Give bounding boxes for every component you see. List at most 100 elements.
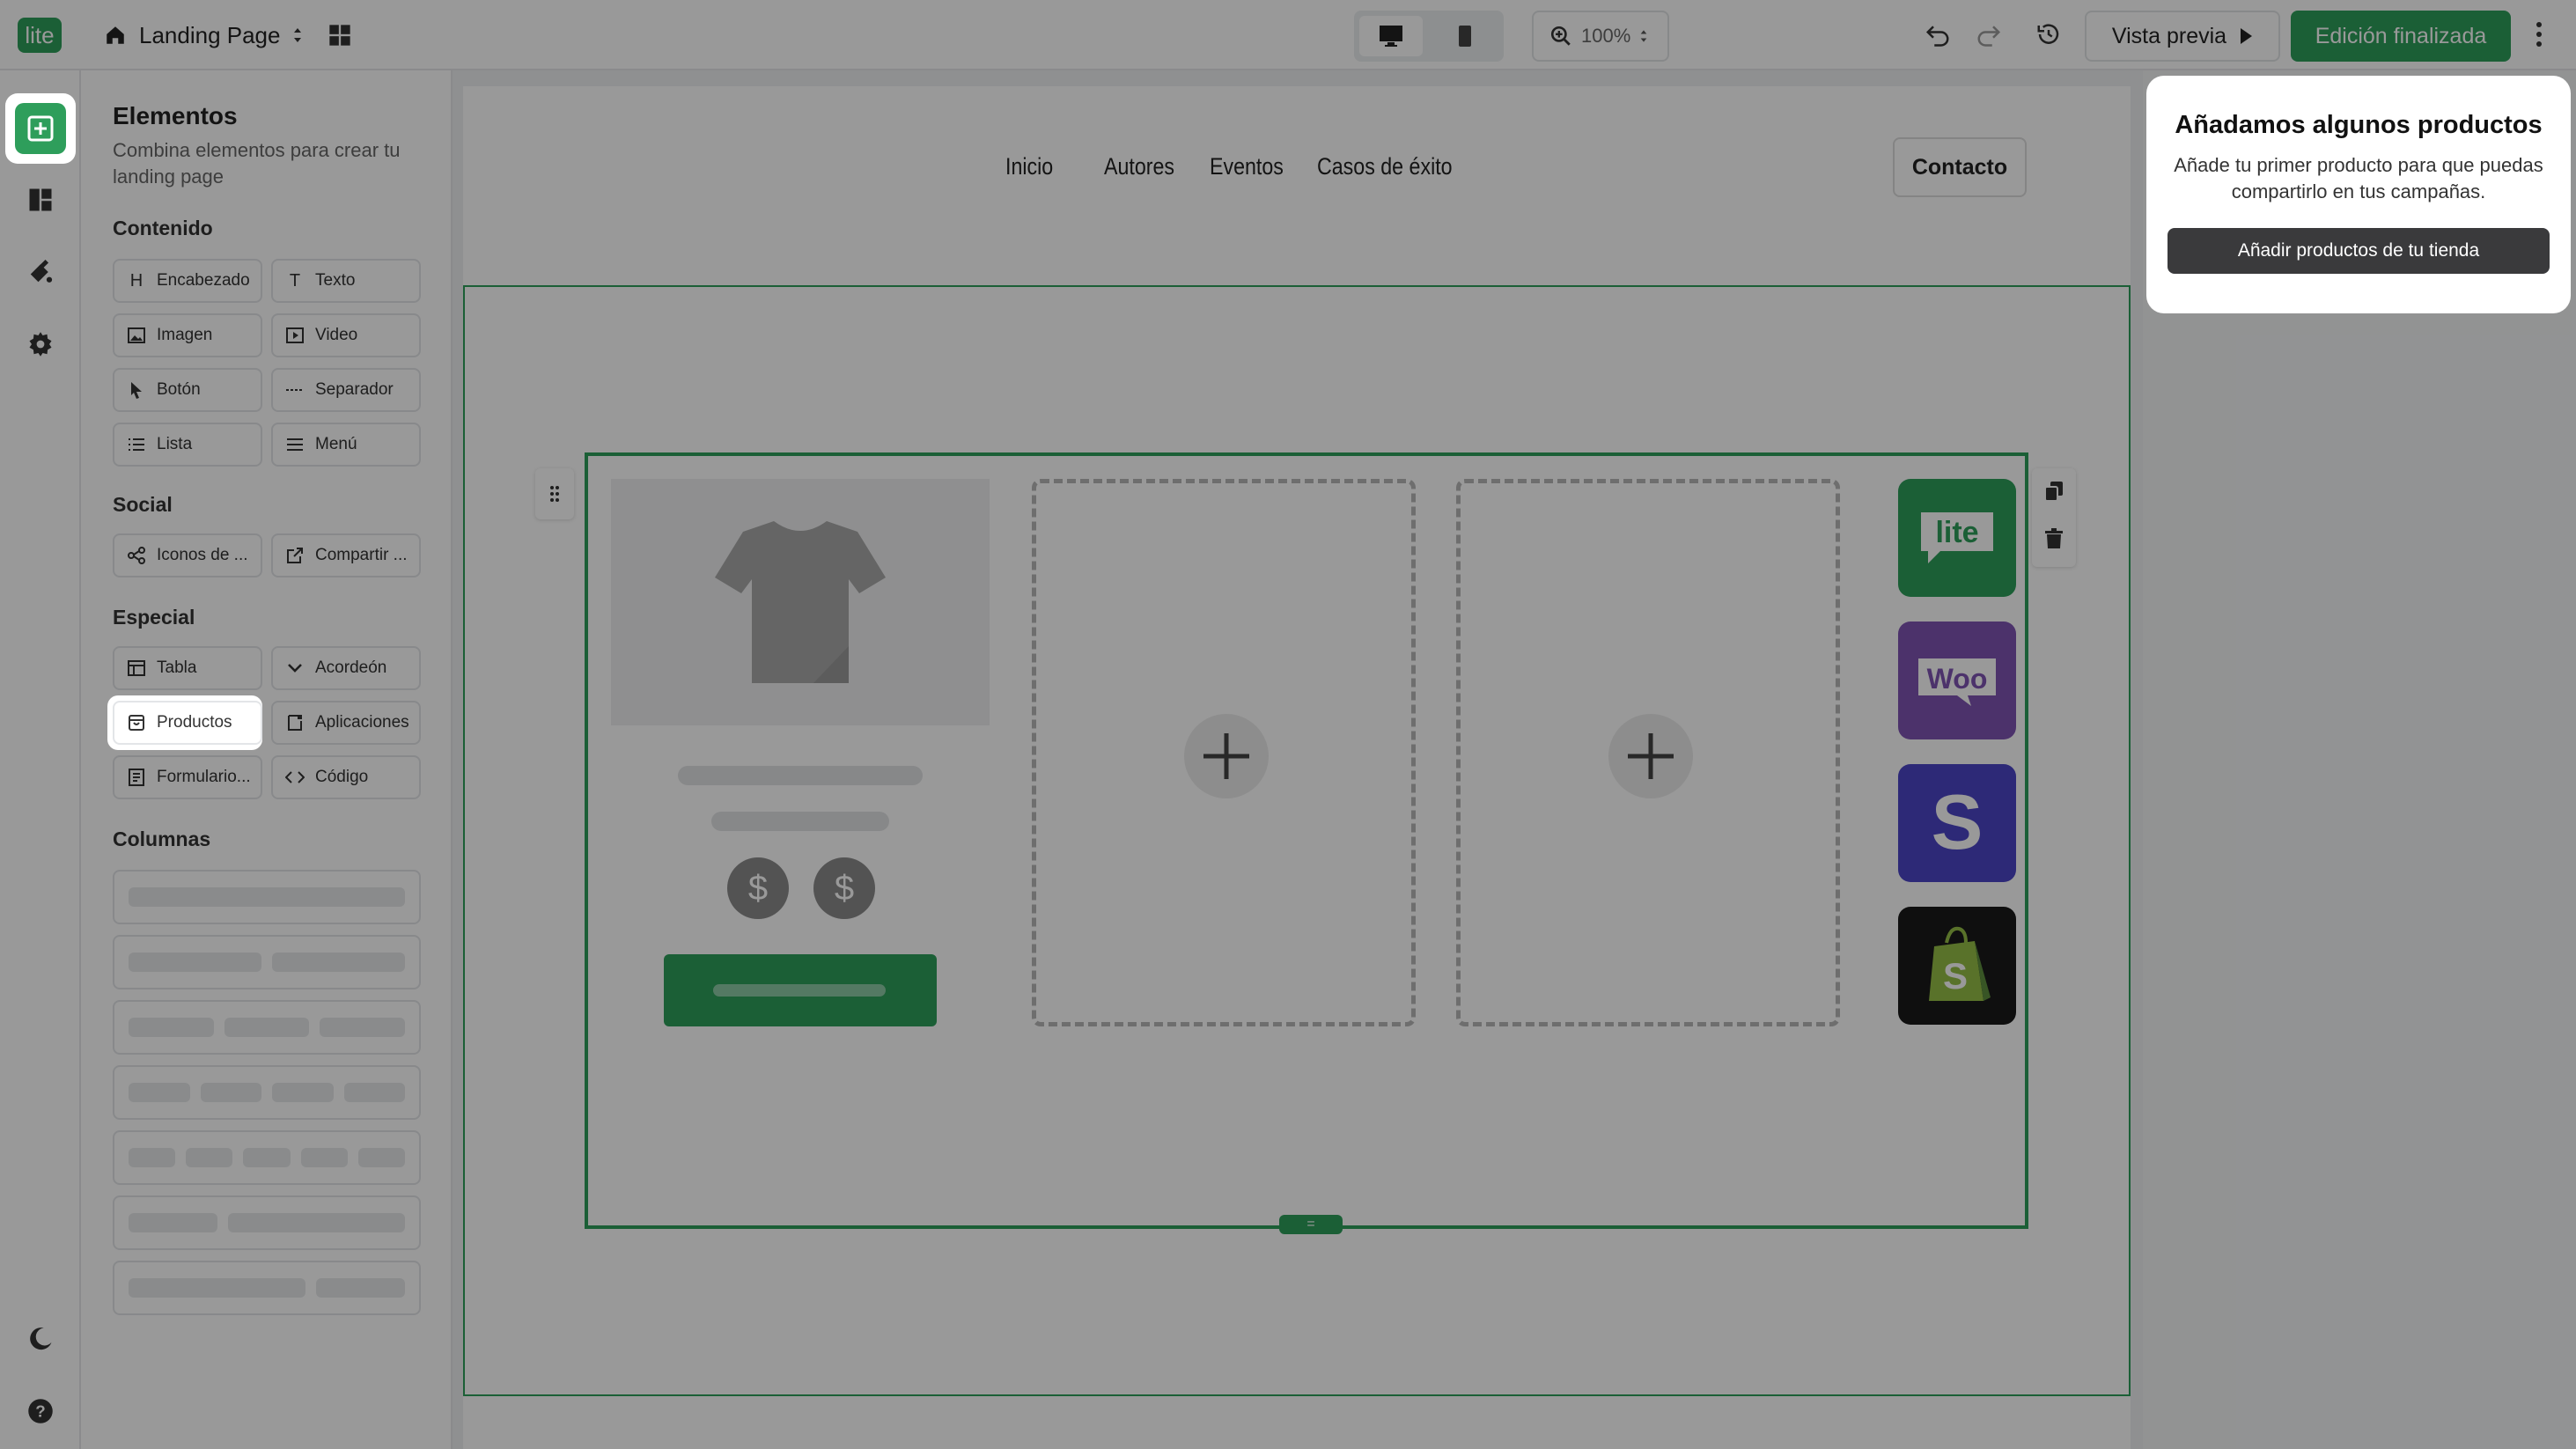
app-logo[interactable]: lite (18, 18, 62, 53)
undo-icon[interactable] (1923, 19, 1953, 49)
s-logo-icon: S (1932, 783, 1984, 863)
preview-label: Vista previa (2111, 23, 2227, 48)
element-code[interactable]: Código (271, 755, 421, 799)
sort-arrows-icon (1640, 30, 1647, 42)
pages-grid-icon[interactable] (328, 23, 352, 48)
plus-icon[interactable] (1184, 714, 1269, 798)
form-icon (127, 769, 146, 786)
column-layout-4[interactable] (113, 1065, 421, 1120)
nav-link-eventos[interactable]: Eventos (1210, 153, 1284, 180)
share-nodes-icon (127, 547, 146, 564)
element-label: Video (315, 326, 358, 344)
zoom-value: 100% (1581, 25, 1631, 47)
contact-button[interactable]: Contacto (1893, 137, 2027, 197)
nav-link-inicio[interactable]: Inicio (1005, 153, 1053, 180)
block-tools (2032, 468, 2076, 567)
column-layout-1-2[interactable] (113, 1195, 421, 1250)
top-bar: lite Landing Page 100% Vista previa Edic… (0, 0, 2576, 70)
element-label: Acordeón (315, 658, 387, 677)
product-buy-button (664, 954, 937, 1026)
add-element-icon (15, 103, 66, 154)
column-layout-1[interactable] (113, 870, 421, 924)
element-label: Texto (315, 271, 356, 290)
integration-s[interactable]: S (1898, 764, 2016, 882)
element-table[interactable]: Tabla (113, 646, 262, 690)
finish-editing-button[interactable]: Edición finalizada (2291, 11, 2511, 62)
duplicate-icon[interactable] (2044, 481, 2064, 502)
onboarding-tooltip: Añadamos algunos productos Añade tu prim… (2146, 76, 2571, 313)
element-list[interactable]: Lista (113, 423, 262, 467)
product-image-placeholder (611, 479, 990, 725)
zoom-in-icon (1550, 26, 1571, 46)
rail-settings[interactable] (15, 319, 66, 370)
lite-logo-icon: lite (1921, 512, 1993, 563)
integration-woocommerce[interactable]: Woo (1898, 622, 2016, 739)
page-selector[interactable]: Landing Page (104, 18, 303, 53)
section-social: Social (113, 493, 173, 516)
element-products[interactable]: Productos (113, 701, 262, 745)
list-icon (127, 438, 146, 452)
left-rail: ? (0, 70, 81, 1449)
rail-styles[interactable] (15, 246, 66, 298)
zoom-control[interactable]: 100% (1532, 11, 1669, 62)
nav-link-autores[interactable]: Autores (1104, 153, 1174, 180)
element-label: Tabla (157, 658, 197, 677)
element-separator[interactable]: Separador (271, 368, 421, 412)
element-apps[interactable]: Aplicaciones (271, 701, 421, 745)
column-layout-2-1[interactable] (113, 1261, 421, 1315)
element-accordion[interactable]: Acordeón (271, 646, 421, 690)
add-store-products-button[interactable]: Añadir productos de tu tienda (2168, 228, 2550, 274)
resize-handle[interactable]: = (1279, 1215, 1343, 1234)
history-icon[interactable] (2034, 19, 2064, 49)
layout-icon (29, 188, 52, 211)
element-button[interactable]: Botón (113, 368, 262, 412)
section-contenido: Contenido (113, 217, 213, 239)
rail-layouts[interactable] (15, 174, 66, 225)
help-icon[interactable]: ? (15, 1386, 66, 1437)
highlight-products: Productos (107, 695, 262, 750)
trash-icon[interactable] (2044, 528, 2064, 549)
element-menu[interactable]: Menú (271, 423, 421, 467)
elements-panel: Elementos Combina elementos para crear t… (81, 70, 453, 1449)
app-icon (285, 714, 305, 732)
desktop-view-button[interactable] (1359, 16, 1423, 56)
mobile-icon (1459, 26, 1471, 47)
element-form[interactable]: Formulario... (113, 755, 262, 799)
separator-icon (285, 388, 305, 392)
nav-link-casos[interactable]: Casos de éxito (1317, 153, 1453, 180)
integration-lite[interactable]: lite (1898, 479, 2016, 597)
element-heading[interactable]: H Encabezado (113, 259, 262, 303)
element-label: Separador (315, 380, 394, 399)
column-layout-5[interactable] (113, 1130, 421, 1185)
landing-page: Inicio Autores Eventos Casos de éxito Co… (463, 86, 2131, 1449)
svg-text:S: S (1932, 783, 1984, 863)
editor-canvas: Inicio Autores Eventos Casos de éxito Co… (453, 70, 2143, 1449)
more-options-icon[interactable] (2536, 21, 2543, 48)
column-layout-2[interactable] (113, 935, 421, 989)
integration-shopify[interactable]: S (1898, 907, 2016, 1025)
woo-logo-icon: Woo (1918, 658, 1996, 706)
element-share[interactable]: Compartir ... (271, 533, 421, 577)
plus-icon[interactable] (1608, 714, 1693, 798)
empty-product-slot[interactable] (1032, 479, 1416, 1026)
element-text[interactable]: T Texto (271, 259, 421, 303)
product-title-skeleton (678, 766, 923, 785)
highlight-add-elements[interactable] (5, 93, 76, 164)
mobile-view-button[interactable] (1433, 16, 1497, 56)
redo-icon[interactable] (1974, 19, 2004, 49)
empty-product-slot[interactable] (1456, 479, 1840, 1026)
gear-icon (29, 332, 52, 357)
element-label: Menú (315, 435, 357, 453)
column-layout-3[interactable] (113, 1000, 421, 1055)
element-image[interactable]: Imagen (113, 313, 262, 357)
element-video[interactable]: Video (271, 313, 421, 357)
dark-mode-icon[interactable] (15, 1313, 66, 1364)
heading-icon: H (129, 270, 144, 291)
products-block[interactable]: $ $ lite Woo S S = (585, 452, 2028, 1234)
store-icon (127, 714, 146, 732)
preview-button[interactable]: Vista previa (2085, 11, 2280, 62)
tooltip-body: Añade tu primer producto para que puedas… (2174, 154, 2543, 202)
element-social-icons[interactable]: Iconos de ... (113, 533, 262, 577)
drag-handle-icon[interactable] (535, 468, 574, 519)
external-share-icon (285, 547, 305, 564)
